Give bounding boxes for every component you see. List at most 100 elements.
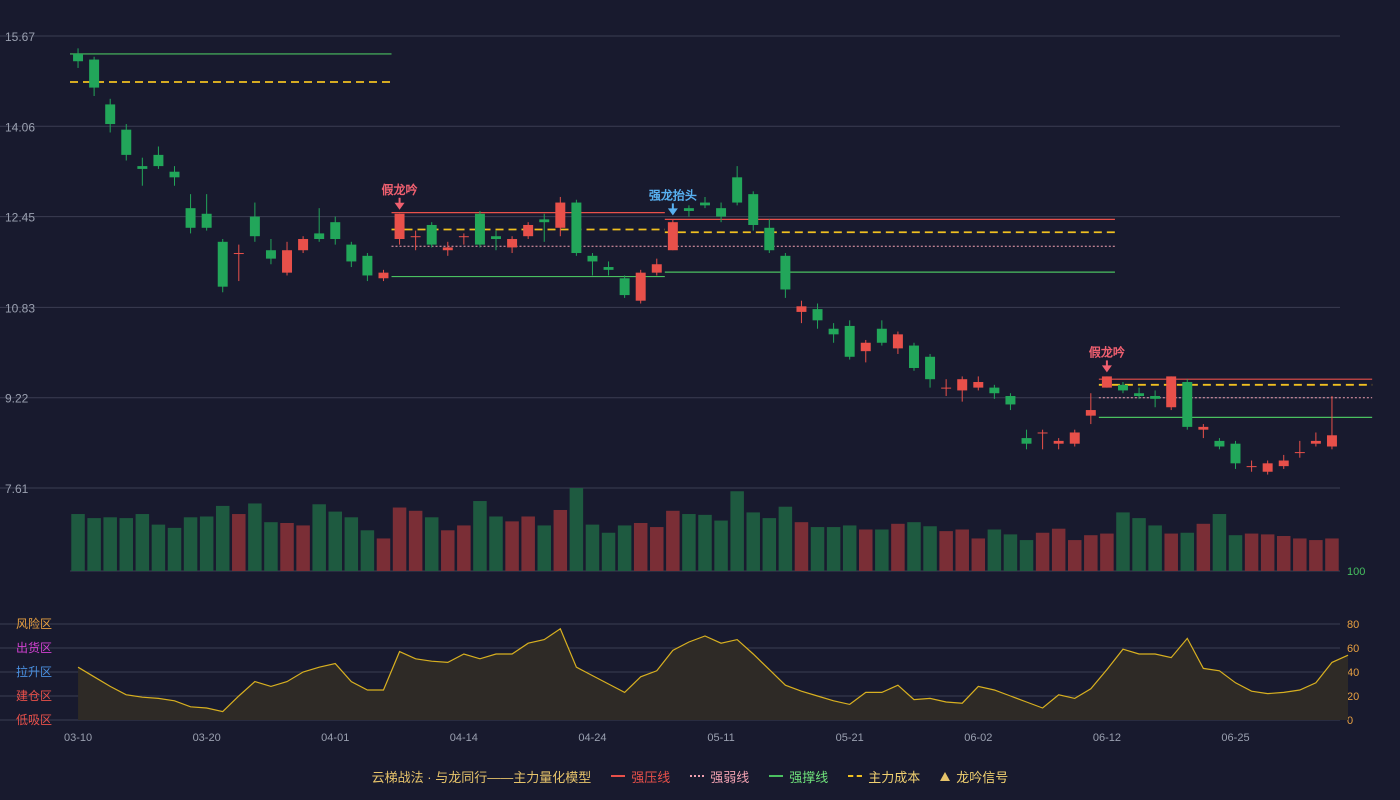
- support-line-swatch: [769, 775, 784, 777]
- candle-body: [346, 244, 357, 262]
- candle-body: [1182, 382, 1193, 427]
- volume-bar: [585, 524, 600, 571]
- candle-body: [539, 219, 550, 223]
- volume-bar: [199, 516, 214, 571]
- candle-body: [764, 227, 775, 251]
- candle-body: [1246, 466, 1257, 468]
- volume-bar: [1260, 534, 1275, 571]
- candle-body: [507, 239, 518, 248]
- candle-body: [892, 334, 903, 349]
- candle-body: [973, 382, 984, 388]
- legend-support-label: 强撑线: [789, 769, 829, 785]
- volume-bar: [1325, 538, 1339, 571]
- candle-body: [73, 53, 84, 62]
- volume-bar: [810, 527, 825, 571]
- volume-bar: [1196, 523, 1211, 571]
- volume-bar: [794, 522, 809, 571]
- volume-bar: [183, 517, 198, 571]
- date-tick-label: 04-01: [321, 732, 349, 744]
- candle-body: [523, 224, 534, 237]
- candle-body: [860, 342, 871, 352]
- candle-body: [233, 253, 244, 255]
- volume-bar: [457, 525, 471, 571]
- candle-body: [732, 177, 743, 203]
- candle-body: [989, 387, 1000, 394]
- candle-body: [587, 255, 598, 262]
- volume-bar: [1051, 528, 1066, 571]
- signal-label: 假龙吟: [382, 182, 418, 197]
- signal-triangle-icon: [940, 771, 951, 781]
- date-tick-label: 05-11: [707, 732, 734, 744]
- signal-label: 假龙吟: [1089, 344, 1125, 359]
- date-tick-label: 06-02: [964, 732, 992, 744]
- volume-bar: [408, 510, 423, 571]
- candle-body: [282, 250, 293, 273]
- candle-body: [812, 309, 823, 321]
- candle-body: [667, 222, 678, 251]
- volume-bar: [1019, 540, 1034, 571]
- candle-body: [1021, 438, 1032, 444]
- volume-bar: [296, 525, 310, 571]
- candle-body: [619, 278, 630, 296]
- zone-label: 出货区: [16, 640, 52, 655]
- volume-bar: [1276, 536, 1291, 571]
- volume-bar: [666, 510, 680, 571]
- volume-bar: [778, 506, 793, 571]
- candle-body: [1166, 376, 1177, 408]
- volume-bar: [71, 514, 85, 571]
- volume-bar: [907, 522, 921, 571]
- volume-bar: [1164, 533, 1178, 571]
- indicator-tick-label: 40: [1347, 667, 1359, 679]
- candle-body: [1262, 463, 1273, 472]
- candle-body: [1278, 460, 1289, 467]
- candle-body: [941, 387, 952, 389]
- legend-weak[interactable]: 强弱线: [690, 767, 749, 786]
- legend-cost[interactable]: 主力成本: [848, 767, 920, 786]
- legend-signal[interactable]: 龙吟信号: [940, 767, 1008, 786]
- candle-body: [265, 250, 276, 259]
- volume-bar: [1180, 532, 1195, 571]
- legend-pressure[interactable]: 强压线: [611, 767, 670, 786]
- price-tick-label: 10.83: [5, 301, 35, 315]
- date-tick-label: 04-14: [450, 732, 478, 744]
- candle-body: [1230, 443, 1241, 464]
- candle-body: [1069, 432, 1080, 444]
- chart-stage: 15.67 14.06 12.45 10.83 9.22 7.61 100 0 20 40 60 80…: [0, 0, 1400, 800]
- volume-bar: [167, 527, 182, 571]
- date-tick-label: 05-21: [836, 732, 864, 744]
- legend-support[interactable]: 强撑线: [769, 767, 828, 786]
- candle-body: [394, 213, 405, 240]
- indicator-tick-label: 60: [1347, 643, 1359, 655]
- volume-bar: [1244, 533, 1259, 571]
- legend-title: 云梯战法 · 与龙同行——主力量化模型: [371, 769, 592, 785]
- volume-bar: [923, 526, 937, 571]
- volume-bar: [215, 505, 230, 571]
- candle-body: [1198, 426, 1209, 430]
- volume-bar: [971, 538, 986, 571]
- volume-bar: [875, 529, 889, 571]
- volume-bar: [135, 514, 150, 571]
- volume-bar: [826, 527, 841, 571]
- volume-bar: [1084, 535, 1098, 571]
- candle-body: [491, 236, 501, 240]
- candle-body: [603, 267, 614, 270]
- candle-body: [474, 213, 485, 245]
- volume-bar: [553, 509, 568, 571]
- candle-body: [844, 325, 855, 357]
- volume-bar: [1293, 538, 1307, 571]
- volume-bar: [119, 518, 134, 571]
- date-tick-label: 04-24: [578, 732, 606, 744]
- volume-bar: [489, 516, 503, 571]
- candle-body: [410, 236, 421, 238]
- candle-body: [1310, 440, 1321, 444]
- candle-body: [314, 233, 325, 240]
- volume-bar: [1116, 512, 1130, 571]
- candle-body: [909, 345, 919, 368]
- pressure-line-swatch: [611, 775, 626, 777]
- candle-body: [925, 356, 936, 380]
- candle-body: [651, 264, 662, 273]
- volume-bar: [264, 522, 278, 571]
- candle-body: [362, 255, 373, 276]
- candle-body: [298, 239, 309, 251]
- volume-bar: [698, 514, 712, 571]
